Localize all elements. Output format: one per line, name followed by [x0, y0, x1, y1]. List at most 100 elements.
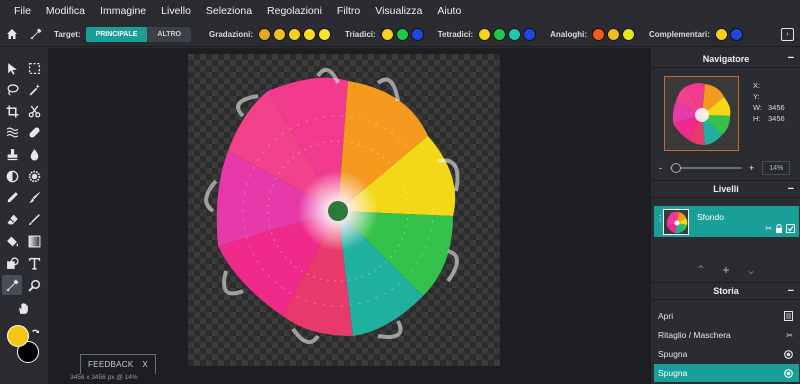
sponge-icon [784, 368, 793, 378]
history-collapse-button[interactable]: − [788, 285, 794, 297]
menu-edit[interactable]: Modifica [46, 5, 85, 17]
analogous-swatch[interactable] [592, 27, 606, 41]
home-button[interactable] [0, 22, 24, 47]
gradation-swatch[interactable] [288, 27, 302, 41]
eyedropper-icon [5, 278, 19, 292]
paint-bucket-tool[interactable] [2, 231, 22, 251]
history-item[interactable]: Apri [654, 307, 799, 325]
chevron-right-icon: › [786, 31, 789, 38]
visibility-checkbox-icon[interactable] [786, 224, 795, 233]
bandage-icon [28, 126, 40, 138]
feedback-close-button[interactable]: X [142, 360, 148, 369]
analogous-swatch[interactable] [607, 27, 621, 41]
heal-tool[interactable] [24, 122, 44, 142]
dodge-tool[interactable] [2, 166, 22, 186]
tool-options-eyedropper[interactable] [24, 22, 48, 47]
menu-filter[interactable]: Filtro [337, 5, 360, 17]
blur-tool[interactable] [24, 144, 44, 164]
drag-handle-icon[interactable]: ⋮ [656, 214, 664, 223]
navigator-title: Navigatore [702, 53, 750, 64]
zoom-slider-handle[interactable] [671, 163, 681, 173]
foreground-color-swatch[interactable] [7, 325, 29, 347]
menu-image[interactable]: Immagine [100, 5, 146, 17]
pencil-tool[interactable] [2, 187, 22, 207]
layer-actions: ⌃ + ⌄ [696, 263, 756, 277]
layer-row[interactable]: ⋮ Sfondo ✂ [654, 206, 799, 237]
zoom-slider[interactable] [670, 163, 742, 173]
menu-help[interactable]: Aiuto [437, 5, 461, 17]
layer-name[interactable]: Sfondo [697, 212, 724, 222]
zoom-input[interactable]: 14% [762, 161, 791, 175]
history-header[interactable]: Storia − [651, 282, 800, 300]
triadic-swatch[interactable] [395, 27, 409, 41]
target-primary-button[interactable]: PRINCIPALE [85, 26, 148, 42]
tetradic-swatch[interactable] [508, 27, 522, 41]
gradation-swatch[interactable] [258, 27, 272, 41]
menu-layer[interactable]: Livello [161, 5, 191, 17]
text-tool[interactable] [24, 253, 44, 273]
menu-file[interactable]: File [14, 5, 31, 17]
complementary-swatch[interactable] [714, 27, 728, 41]
swap-colors-icon[interactable] [31, 328, 40, 337]
image-canvas[interactable] [188, 54, 500, 366]
menu-adjustments[interactable]: Regolazioni [267, 5, 322, 17]
lock-icon[interactable] [775, 224, 783, 233]
drop-icon [30, 148, 38, 160]
sponge-tool[interactable] [24, 166, 44, 186]
scissors-icon[interactable]: ✂ [765, 224, 772, 233]
gradation-swatch[interactable] [318, 27, 332, 41]
gradient-tool[interactable] [24, 231, 44, 251]
zoom-in-button[interactable]: + [749, 163, 754, 173]
brush-tool[interactable] [24, 187, 44, 207]
tetradic-swatch[interactable] [523, 27, 537, 41]
add-layer-button[interactable]: + [722, 263, 729, 277]
liquify-tool[interactable] [2, 122, 22, 142]
tetradic-swatch[interactable] [478, 27, 492, 41]
crop-icon [6, 105, 18, 117]
magic-wand-tool[interactable] [24, 79, 44, 99]
history-item[interactable]: Spugna [654, 345, 799, 363]
shape-tool[interactable] [2, 253, 22, 273]
layers-collapse-button[interactable]: − [788, 183, 794, 195]
magnifier-icon [27, 279, 40, 292]
menu-select[interactable]: Seleziona [206, 5, 252, 17]
zoom-out-button[interactable]: - [659, 163, 662, 173]
menu-view[interactable]: Visualizza [375, 5, 422, 17]
complementary-swatch[interactable] [729, 27, 743, 41]
complementary-label: Complementari: [649, 29, 710, 39]
marquee-tool[interactable] [24, 58, 44, 78]
gradation-swatch[interactable] [273, 27, 287, 41]
scissors-icon: ✂ [786, 330, 793, 340]
chevron-down-icon[interactable]: ⌄ [746, 263, 756, 277]
navigator-collapse-button[interactable]: − [788, 52, 794, 64]
feedback-tab[interactable]: FEEDBACK X [80, 354, 156, 374]
layers-title: Livelli [713, 184, 739, 194]
move-tool[interactable] [2, 58, 22, 78]
crop-tool[interactable] [2, 101, 22, 121]
slice-tool[interactable] [24, 101, 44, 121]
clone-stamp-tool[interactable] [2, 144, 22, 164]
gradation-swatch[interactable] [303, 27, 317, 41]
triadic-swatch[interactable] [410, 27, 424, 41]
triadic-swatch[interactable] [380, 27, 394, 41]
home-icon [7, 29, 17, 39]
feedback-label: FEEDBACK [88, 360, 134, 369]
hand-tool[interactable] [13, 298, 33, 318]
zoom-tool[interactable] [24, 275, 44, 295]
tetradic-swatch[interactable] [493, 27, 507, 41]
color-replace-tool[interactable] [24, 209, 44, 229]
analogous-swatch[interactable] [622, 27, 636, 41]
history-item-label: Spugna [658, 349, 688, 359]
lasso-tool[interactable] [2, 79, 22, 99]
history-item-selected[interactable]: Spugna [654, 364, 799, 382]
navigator-header[interactable]: Navigatore − [651, 50, 800, 68]
chevron-up-icon[interactable]: ⌃ [696, 263, 706, 277]
layers-header[interactable]: Livelli − [651, 180, 800, 198]
gradations-group: Gradazioni: [209, 27, 333, 41]
toggle-panels-button[interactable]: › [781, 28, 794, 41]
color-picker-tool[interactable] [2, 275, 22, 295]
history-item[interactable]: Ritaglio / Maschera ✂ [654, 326, 799, 344]
navigator-thumbnail[interactable] [664, 76, 739, 151]
eraser-tool[interactable] [2, 209, 22, 229]
target-secondary-button[interactable]: ALTRO [147, 26, 191, 42]
